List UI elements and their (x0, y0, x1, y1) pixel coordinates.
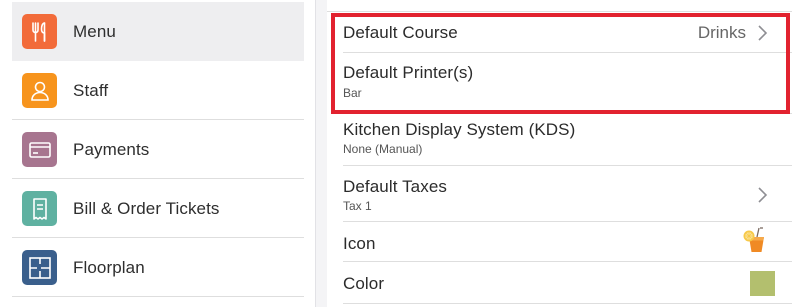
separator (343, 303, 792, 304)
color-row[interactable]: Color (343, 262, 792, 304)
item-settings-panel: Default Course Drinks Default Printer(s)… (327, 0, 792, 307)
default-taxes-value: Tax 1 (343, 199, 372, 213)
fork-knife-icon (22, 14, 57, 49)
chevron-right-icon (758, 25, 768, 41)
sidebar-item-label: Menu (73, 21, 116, 41)
receipt-icon (22, 191, 57, 226)
kds-label: Kitchen Display System (KDS) (343, 120, 576, 139)
icon-label: Icon (343, 234, 376, 253)
panel-divider (315, 0, 327, 307)
kds-value: None (Manual) (343, 142, 423, 156)
person-icon (22, 73, 57, 108)
sidebar-item-payments[interactable]: Payments (12, 120, 304, 179)
default-printers-row[interactable]: Default Printer(s) Bar (343, 53, 792, 114)
drink-icon[interactable] (742, 226, 768, 254)
sidebar-item-label: Bill & Order Tickets (73, 198, 220, 218)
card-icon (22, 132, 57, 167)
sidebar-item-staff[interactable]: Staff (12, 61, 304, 120)
sidebar-item-menu[interactable]: Menu (12, 2, 304, 61)
kds-row[interactable]: Kitchen Display System (KDS) None (Manua… (343, 114, 792, 166)
sidebar-item-floorplan[interactable]: Floorplan (12, 238, 304, 297)
sidebar-item-label: Payments (73, 139, 150, 159)
default-taxes-row[interactable]: Default Taxes Tax 1 (343, 166, 792, 222)
floorplan-icon (22, 250, 57, 285)
default-printers-label: Default Printer(s) (343, 63, 474, 82)
default-course-value: Drinks (697, 23, 746, 42)
sidebar-item-label: Floorplan (73, 257, 145, 277)
default-taxes-label: Default Taxes (343, 177, 447, 196)
default-course-label: Default Course (343, 23, 458, 42)
icon-row[interactable]: Icon (343, 222, 792, 262)
default-printers-value: Bar (343, 86, 362, 100)
sidebar: Menu Staff Payments Bill & Order Tickets… (0, 0, 315, 307)
color-label: Color (343, 274, 385, 293)
color-swatch[interactable] (750, 271, 775, 296)
chevron-right-icon (758, 187, 768, 203)
previous-row-partial (327, 0, 792, 12)
default-course-row[interactable]: Default Course Drinks (343, 13, 792, 53)
sidebar-item-bill-order-tickets[interactable]: Bill & Order Tickets (12, 179, 304, 238)
separator (12, 296, 304, 297)
sidebar-item-label: Staff (73, 80, 109, 100)
